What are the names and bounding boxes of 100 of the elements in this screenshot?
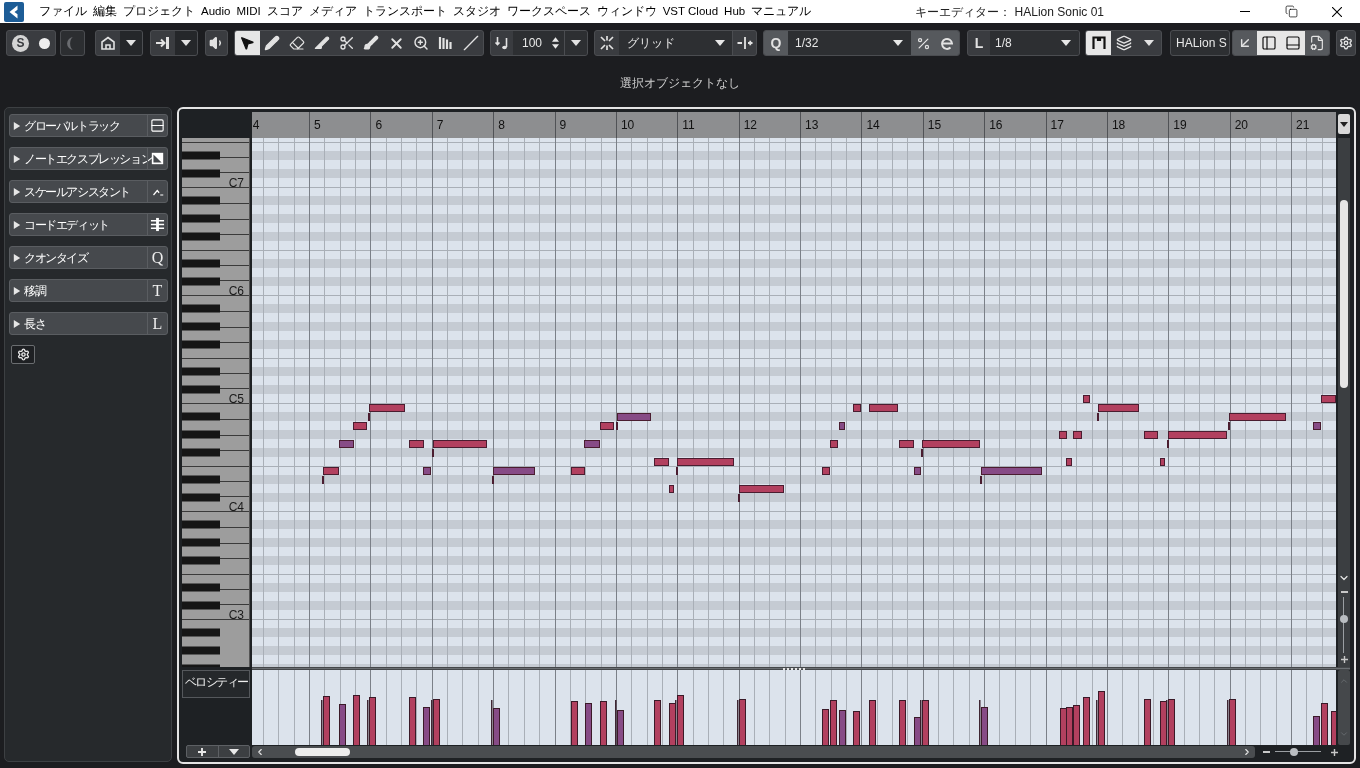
inspector-section[interactable]: クオンタイズ Q xyxy=(9,246,168,269)
length-dropdown[interactable]: 1/8 xyxy=(990,31,1079,55)
dropdown-button[interactable] xyxy=(564,31,587,55)
bar-number: 4 xyxy=(252,118,260,132)
bar-number: 9 xyxy=(558,118,567,132)
caret-down-icon xyxy=(1340,121,1348,127)
info-line-text: 選択オブジェクトなし xyxy=(620,75,740,92)
eraser-icon xyxy=(289,35,305,51)
vertical-scrollbar[interactable] xyxy=(1338,138,1350,667)
horizontal-scrollbar[interactable] xyxy=(252,746,1255,758)
bar-number: 7 xyxy=(435,118,444,132)
inspector-section[interactable]: スケールアシスタント xyxy=(9,180,168,203)
bar-number: 15 xyxy=(926,118,942,132)
panel-toggle-button[interactable] xyxy=(1257,31,1281,55)
scroll-left-icon xyxy=(255,747,265,757)
line-icon xyxy=(462,35,479,51)
octave-label: C6 xyxy=(228,284,244,298)
section-letter: L xyxy=(152,315,163,332)
solo-button[interactable]: S xyxy=(12,34,29,52)
snap-mode-button[interactable] xyxy=(732,31,756,55)
zoom-slider-thumb[interactable] xyxy=(1290,748,1299,756)
bar-number: 5 xyxy=(313,118,321,132)
brackets-icon xyxy=(1090,35,1107,51)
snap-dropdown[interactable]: グリッド xyxy=(619,31,732,55)
length-button[interactable]: L xyxy=(968,31,990,55)
tool-button[interactable] xyxy=(235,31,260,55)
menu-item[interactable]: VST Cloud xyxy=(662,0,719,23)
record-button[interactable] xyxy=(39,37,50,49)
up-down-arrows-icon xyxy=(551,36,560,50)
inspector-section[interactable]: グローバルトラック xyxy=(9,114,168,137)
menu-item[interactable]: スタジオ xyxy=(452,0,501,23)
iterative-button[interactable] xyxy=(935,31,959,55)
stacked-rows-icon xyxy=(150,118,165,133)
sliders-icon xyxy=(150,217,165,232)
settings-icon xyxy=(1339,36,1353,50)
caret-down-icon xyxy=(126,40,136,46)
layers-icon xyxy=(1115,35,1132,51)
bar-number: 12 xyxy=(742,118,757,132)
e-shaped-icon xyxy=(939,35,955,51)
panel-toggle-button[interactable] xyxy=(1281,31,1305,55)
quantize-button[interactable]: Q xyxy=(764,31,788,55)
scroll-down-icon xyxy=(1339,729,1349,739)
grip-icon xyxy=(783,667,805,670)
minus-bar-plus-icon xyxy=(736,35,753,51)
scrollbar-thumb[interactable] xyxy=(1340,200,1348,388)
lane-label[interactable]: ベロシティー xyxy=(182,670,250,698)
diagonal-square-icon xyxy=(151,152,164,165)
dropdown-button[interactable] xyxy=(175,31,197,55)
ruler-menu-button[interactable] xyxy=(1338,114,1350,134)
settings-button[interactable] xyxy=(1336,30,1356,56)
menu-item[interactable]: MIDI xyxy=(236,0,261,23)
pencil-icon xyxy=(264,35,281,51)
swing-button[interactable] xyxy=(911,31,935,55)
speaker-button[interactable] xyxy=(205,30,228,56)
inspector-section[interactable]: 移調 T xyxy=(9,279,168,302)
page-gear-icon xyxy=(1309,35,1325,51)
instrument-field[interactable]: HALion S xyxy=(1170,30,1230,56)
caret-down-icon xyxy=(571,40,581,46)
menu-item[interactable]: 編集 xyxy=(93,0,117,23)
window-title: キーエディター： HALion Sonic 01 xyxy=(915,3,1104,21)
menu-item[interactable]: メディア xyxy=(308,0,357,23)
panel-toggle-button[interactable] xyxy=(1233,31,1257,55)
view-mode-button[interactable] xyxy=(1086,31,1111,55)
brush-icon xyxy=(363,35,380,51)
menu-item[interactable]: ファイル xyxy=(39,0,87,23)
menu-item[interactable]: マニュアル xyxy=(751,0,812,23)
menu-item[interactable]: トランスポート xyxy=(362,0,447,23)
bars-icon xyxy=(437,35,454,51)
minimize-icon xyxy=(1240,11,1250,12)
menu-item[interactable]: Audio xyxy=(201,0,231,23)
inspector-section[interactable]: コードエディット xyxy=(9,213,168,236)
octave-label: C5 xyxy=(228,392,244,406)
panel-toggle-button[interactable] xyxy=(1305,31,1329,55)
bar-number: 18 xyxy=(1110,118,1126,132)
bar-number: 21 xyxy=(1295,118,1310,132)
settings-button[interactable] xyxy=(11,345,35,364)
dropdown-button[interactable] xyxy=(120,31,142,55)
scrollbar-thumb[interactable] xyxy=(295,748,350,756)
bar-number: 11 xyxy=(681,118,695,132)
zoom-icon xyxy=(412,35,429,51)
bar-number: 17 xyxy=(1049,118,1064,132)
left-panel-icon xyxy=(1261,35,1277,51)
zoom-slider-thumb[interactable] xyxy=(1340,615,1348,624)
menu-item[interactable]: ワークスペース xyxy=(506,0,591,23)
caret-down-icon xyxy=(1143,40,1154,46)
menu-item[interactable]: Hub xyxy=(724,0,746,23)
pointer-icon xyxy=(239,35,256,51)
ruler[interactable]: 4 5 6 7 8 9 10 11 12 13 14 15 16 17 18 19 20 21 xyxy=(252,112,1336,138)
menu-item[interactable]: プロジェクト xyxy=(123,0,195,23)
quantize-dropdown[interactable]: 1/32 xyxy=(788,31,911,55)
piano-keyboard[interactable]: C7 C6 C5 C4 C3 xyxy=(182,138,250,667)
arrow-to-bar-icon xyxy=(155,35,171,51)
caret-down-icon xyxy=(181,40,191,46)
bar-number: 13 xyxy=(804,118,819,132)
caret-down-icon xyxy=(893,40,903,46)
menu-item[interactable]: ウィンドウ xyxy=(596,0,657,23)
inspector-section[interactable]: 長さ L xyxy=(9,312,168,335)
caret-down-icon xyxy=(715,40,725,46)
velocity-field[interactable]: 100 xyxy=(513,31,564,55)
menu-item[interactable]: スコア xyxy=(266,0,303,23)
